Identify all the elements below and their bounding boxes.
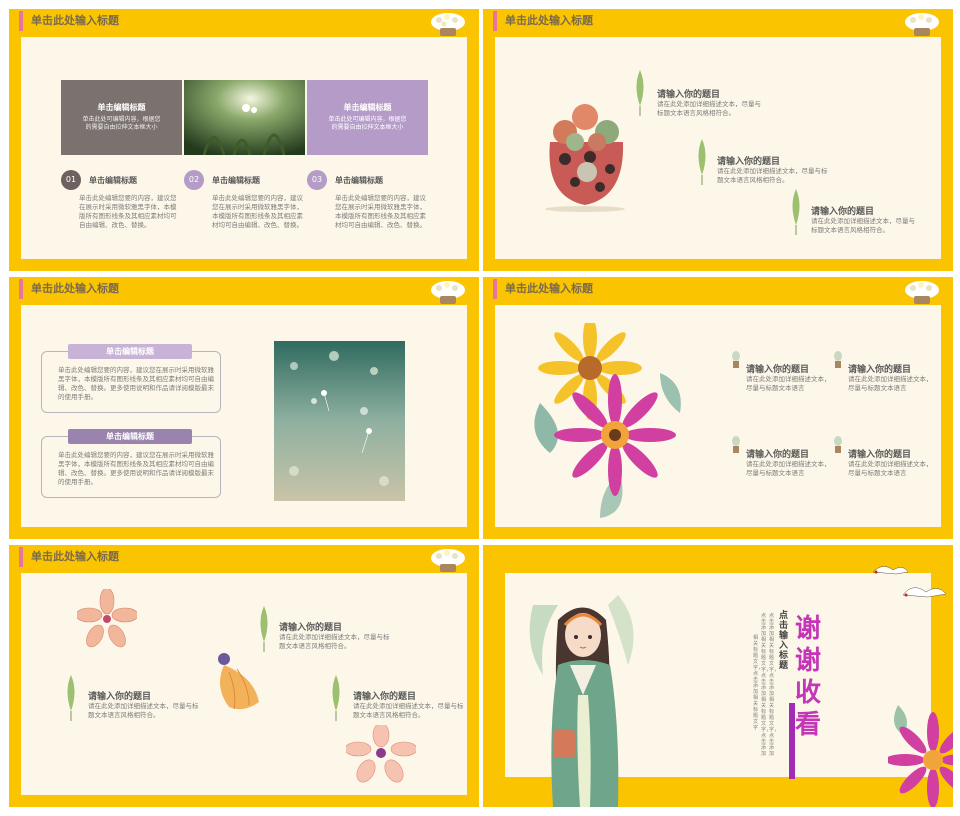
item-body: 请在此处添加详细描述文本，尽量与标题文本语言: [746, 460, 831, 477]
flower-pot-icon: [431, 13, 465, 36]
item-body: 请在此处添加详细描述文本，尽量与标题文本语言风格相符合。: [811, 217, 915, 234]
leaf-icon: [636, 70, 644, 116]
item-title: 请输入你的题目: [279, 623, 343, 633]
slide-header: 单击此处输入标题: [19, 279, 119, 299]
item-body: 请在此处添加详细描述文本，尽量与标题文本语言风格相符合。: [88, 702, 199, 719]
item-title: 请输入你的题目: [848, 365, 912, 375]
box-title: 单击编辑标题: [343, 103, 392, 112]
body-column: 点击添加相关标题文字，点击添加相关标题文字，点击添加: [769, 613, 780, 757]
item-title: 请输入你的题目: [717, 157, 781, 167]
item-title: 单击编辑标题: [335, 176, 383, 185]
small-cactus-icon: [834, 436, 842, 453]
number-badge: 02: [184, 170, 204, 190]
girl-illustration: [529, 595, 634, 807]
slide-header: 单击此处输入标题: [493, 11, 593, 31]
item-title: 单击编辑标题: [89, 176, 137, 185]
slide-panel: 请输入你的题目 请在此处添加详细描述文本，尽量与标题文本语言风格相符合。 请输入…: [21, 573, 467, 795]
leaf-icon: [260, 606, 268, 652]
item-title: 单击编辑标题: [212, 176, 260, 185]
slide-4[interactable]: 单击此处输入标题 请输入你的题目 请在此处添加详细描述文本，尽量与标题文本语言 …: [483, 277, 953, 539]
item-title: 请输入你的题目: [353, 692, 417, 702]
body-column: 点击添加相关标题文字，点击添加相关标题文字，点击添加: [761, 613, 772, 757]
gerbera-flower-icon: [888, 705, 953, 807]
leaf-icon: [332, 675, 340, 721]
number-badge: 01: [61, 170, 81, 190]
slide-panel: 请输入你的题目 请在此处添加详细描述文本，尽量与标题文本语言风格相符合。 请输入…: [495, 37, 941, 259]
small-cactus-icon: [732, 351, 740, 368]
item-body: 请在此处添加详细描述文本，尽量与标题文本语言: [746, 375, 831, 392]
numbered-item: 03 单击编辑标题 单击此处编辑您要的内容，建议您在展示时采用微软雅黑字体，本模…: [307, 170, 427, 250]
succulent-pot-illustration: [545, 104, 625, 212]
small-cactus-icon: [834, 351, 842, 368]
small-cactus-icon: [732, 436, 740, 453]
slide-header: 单击此处输入标题: [19, 547, 119, 567]
pink-flower-icon: [77, 589, 137, 648]
card-body: 单击此处编辑您要的内容，建议您在展示时采用微软雅黑字体，本模版所有图形线条及其相…: [58, 366, 214, 401]
item-title: 请输入你的题目: [88, 692, 152, 702]
slide-panel: 请输入你的题目 请在此处添加详细描述文本，尽量与标题文本语言 请输入你的题目 请…: [495, 305, 941, 527]
accent-bar: [789, 703, 795, 779]
body-column: 相关标题文字，点击添加相关标题文字: [753, 635, 764, 731]
flower-pot-icon: [905, 281, 939, 304]
flower-pot-icon: [431, 281, 465, 304]
item-title: 请输入你的题目: [657, 90, 721, 100]
number-badge: 03: [307, 170, 327, 190]
item-body: 请在此处添加详细描述文本，尽量与标题文本语言风格相符合。: [353, 702, 464, 719]
numbered-item: 02 单击编辑标题 单击此处编辑您要的内容，建议您在展示时采用微软雅黑字体，本模…: [184, 170, 304, 250]
card-body: 单击此处编辑您要的内容，建议您在展示时采用微软雅黑字体，本模版所有图形线条及其相…: [58, 451, 214, 486]
item-body: 单击此处编辑您要的内容，建议您在展示时采用微软雅黑字体，本模版所有图形线条及其相…: [79, 194, 177, 229]
content-card: 单击编辑标题 单击此处编辑您要的内容，建议您在展示时采用微软雅黑字体，本模版所有…: [41, 344, 221, 413]
item-title: 请输入你的题目: [811, 207, 875, 217]
card-title: 单击编辑标题: [68, 344, 192, 359]
pink-flower-icon: [346, 725, 416, 783]
garden-photo: [184, 80, 305, 155]
leaf-icon: [698, 139, 706, 185]
item-body: 请在此处添加详细描述文本，尽量与标题文本语言风格相符合。: [657, 100, 761, 117]
slide-6[interactable]: 谢谢收看 点击输入标题 点击添加相关标题文字，点击添加相关标题文字，点击添加 点…: [483, 545, 953, 807]
flower-pot-icon: [905, 13, 939, 36]
leaf-icon: [67, 675, 75, 721]
item-title: 请输入你的题目: [746, 450, 810, 460]
item-body: 请在此处添加详细描述文本，尽量与标题文本语言: [848, 375, 933, 392]
item-body: 请在此处添加详细描述文本，尽量与标题文本语言: [848, 460, 933, 477]
lavender-title-box: 单击编辑标题 单击此处可编辑内容，根据您的需要自由拉伸文本框大小: [307, 80, 428, 155]
numbered-item: 01 单击编辑标题 单击此处编辑您要的内容，建议您在展示时采用微软雅黑字体，本模…: [61, 170, 181, 250]
slide-2[interactable]: 单击此处输入标题 请输入你的题目 请在此处添加详细描述文本，尽量与标题文本语言风…: [483, 9, 953, 271]
item-body: 请在此处添加详细描述文本，尽量与标题文本语言风格相符合。: [279, 633, 390, 650]
box-title: 单击编辑标题: [97, 103, 146, 112]
dandelion-photo: [274, 341, 405, 501]
slide-panel: 单击编辑标题 单击此处可编辑内容，根据您的需要自由拉伸文本框大小 单击编辑标题 …: [21, 37, 467, 259]
item-body: 单击此处编辑您要的内容，建议您在展示时采用微软雅黑字体，本模版所有图形线条及其相…: [335, 194, 426, 229]
gray-title-box: 单击编辑标题 单击此处可编辑内容，根据您的需要自由拉伸文本框大小: [61, 80, 182, 155]
orange-flower-icon: [218, 653, 259, 710]
card-title: 单击编辑标题: [68, 429, 192, 444]
item-body: 单击此处编辑您要的内容，建议您在展示时采用微软雅黑字体，本模版所有图形线条及其相…: [212, 194, 303, 229]
item-body: 请在此处添加详细描述文本，尽量与标题文本语言风格相符合。: [717, 167, 828, 184]
box-body: 单击此处可编辑内容，根据您的需要自由拉伸文本框大小: [82, 116, 161, 131]
item-title: 请输入你的题目: [848, 450, 912, 460]
thanks-subtitle: 点击输入标题: [779, 611, 789, 671]
slide-3[interactable]: 单击此处输入标题 单击编辑标题 单击此处编辑您要的内容，建议您在展示时采用微软雅…: [9, 277, 479, 539]
gerbera-flower-illustration: [534, 323, 681, 518]
flower-pot-icon: [431, 549, 465, 572]
leaf-icon: [792, 189, 800, 235]
item-title: 请输入你的题目: [746, 365, 810, 375]
crane-birds-icon: [872, 566, 947, 598]
slide-panel: 单击编辑标题 单击此处编辑您要的内容，建议您在展示时采用微软雅黑字体，本模版所有…: [21, 305, 467, 527]
slide-1[interactable]: 单击此处输入标题 单击编辑标题 单击此处可编辑内容，根据您的需要自由拉伸文本框大…: [9, 9, 479, 271]
slide-header: 单击此处输入标题: [19, 11, 119, 31]
slide-header: 单击此处输入标题: [493, 279, 593, 299]
content-card: 单击编辑标题 单击此处编辑您要的内容，建议您在展示时采用微软雅黑字体，本模版所有…: [41, 429, 221, 498]
slide-5[interactable]: 单击此处输入标题 请输入你的题目 请在此处添加详细描述文本，尽量与标题文本语言风…: [9, 545, 479, 807]
box-body: 单击此处可编辑内容，根据您的需要自由拉伸文本框大小: [328, 116, 407, 131]
thanks-title: 谢谢收看: [795, 614, 822, 740]
